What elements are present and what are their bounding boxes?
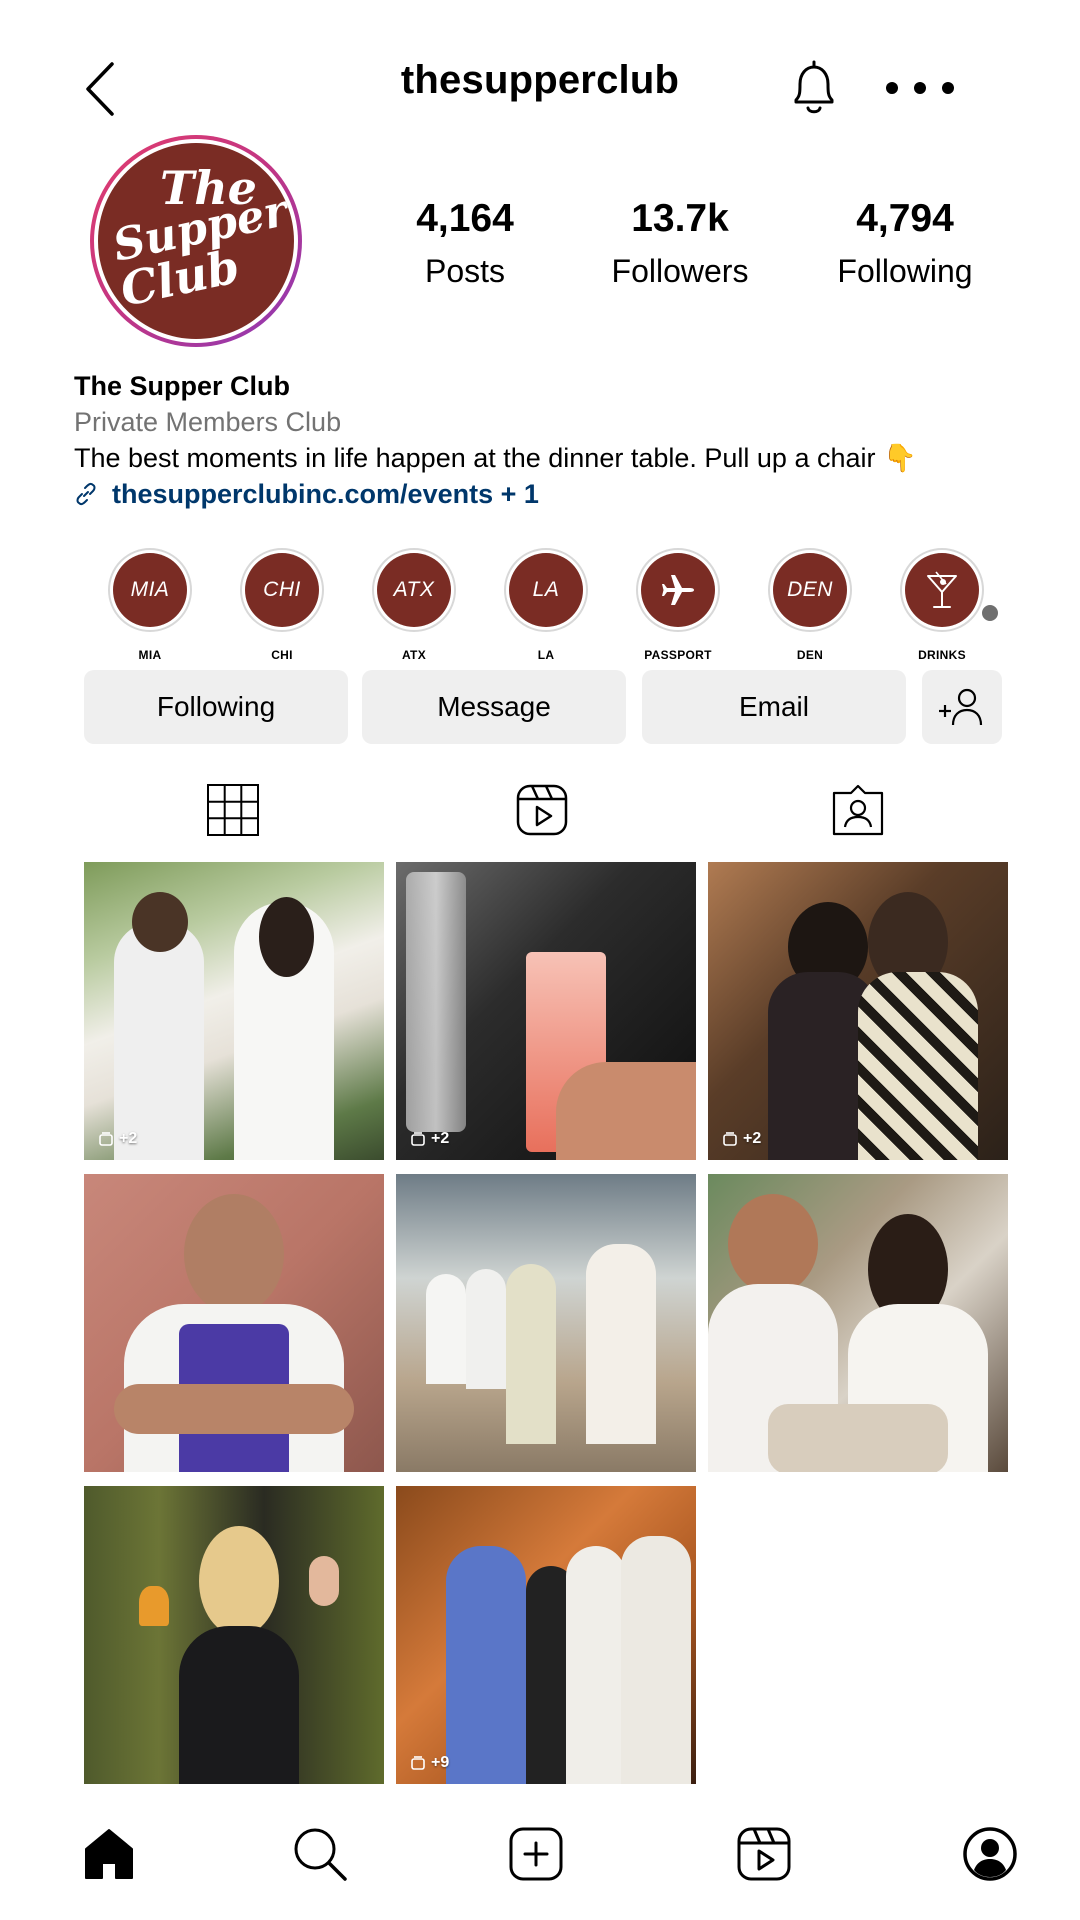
highlight-drinks[interactable]: DRINKS [892, 548, 992, 662]
nav-home[interactable] [77, 1822, 141, 1886]
bell-icon [794, 60, 834, 114]
username-title: thesupperclub [400, 58, 680, 102]
post-tile[interactable] [84, 1486, 384, 1784]
highlight-den-cover: DEN [773, 553, 847, 627]
martini-icon [927, 571, 957, 608]
message-button[interactable]: Message [362, 670, 626, 744]
post-tile[interactable] [396, 1174, 696, 1472]
bio-link-text: thesupperclubinc.com/events + 1 [112, 479, 539, 509]
tab-reels[interactable] [512, 780, 572, 840]
supper-club-logo: The Supper Club [98, 143, 294, 339]
reels-icon [516, 784, 568, 836]
highlight-label: ATX [401, 648, 426, 662]
plus-square-icon [509, 1827, 563, 1881]
add-person-icon [939, 688, 983, 726]
more-options-button[interactable] [880, 76, 960, 100]
notifications-button[interactable] [786, 58, 842, 118]
highlight-more-badge [980, 603, 1000, 623]
grid-icon [207, 784, 259, 836]
story-highlights: MIA MIA CHI CHI ATX ATX LA LA PASSPORT D… [100, 548, 1000, 662]
stat-posts[interactable]: 4,164 Posts [385, 196, 545, 292]
tab-grid[interactable] [203, 780, 263, 840]
link-icon [76, 482, 96, 506]
reels-icon [737, 1827, 791, 1881]
display-name: The Supper Club [74, 371, 290, 401]
followers-count: 13.7k [631, 197, 729, 240]
post-tile[interactable]: +9 [396, 1486, 696, 1784]
highlight-la-cover: LA [509, 553, 583, 627]
carousel-icon [99, 1132, 113, 1146]
post-tile[interactable] [708, 1174, 1008, 1472]
carousel-icon [723, 1132, 737, 1146]
highlight-drinks-cover [905, 553, 979, 627]
posts-label: Posts [424, 253, 506, 289]
post-count: +2 [119, 1130, 138, 1147]
tagged-icon [832, 784, 884, 836]
highlight-label: MIA [138, 648, 162, 662]
highlight-atx[interactable]: ATX ATX [364, 548, 464, 662]
post-count: +9 [431, 1754, 450, 1771]
multi-post-badge: +2 [410, 1130, 449, 1148]
nav-search[interactable] [288, 1822, 352, 1886]
followers-label: Followers [611, 253, 749, 289]
suggested-users-button[interactable] [922, 670, 1002, 744]
tab-tagged[interactable] [828, 780, 888, 840]
carousel-icon [411, 1132, 425, 1146]
highlight-label: DEN [796, 648, 824, 662]
post-tile[interactable]: +2 [396, 862, 696, 1160]
profile-avatar[interactable]: The Supper Club [90, 135, 302, 347]
nav-reels[interactable] [732, 1822, 796, 1886]
post-tile[interactable]: +2 [708, 862, 1008, 1160]
profile-icon [963, 1827, 1017, 1881]
stat-followers[interactable]: 13.7k Followers [590, 196, 770, 292]
highlight-la[interactable]: LA LA [496, 548, 596, 662]
following-label: Following [837, 253, 973, 289]
multi-post-badge: +9 [410, 1754, 449, 1772]
category-label: Private Members Club [74, 407, 342, 437]
plane-icon [662, 575, 694, 605]
carousel-icon [411, 1756, 425, 1770]
chevron-left-icon [86, 62, 114, 116]
multi-post-badge: +2 [722, 1130, 761, 1148]
highlight-chi[interactable]: CHI CHI [232, 548, 332, 662]
email-button[interactable]: Email [642, 670, 906, 744]
posts-count: 4,164 [416, 197, 514, 240]
home-icon [85, 1829, 133, 1879]
highlight-mia[interactable]: MIA MIA [100, 548, 200, 662]
profile-bio: The Supper Club Private Members Club The… [74, 368, 1034, 512]
post-count: +2 [431, 1130, 450, 1147]
multi-post-badge: +2 [98, 1130, 137, 1148]
post-count: +2 [743, 1130, 762, 1147]
highlight-label: LA [537, 648, 555, 662]
highlight-atx-cover: ATX [377, 553, 451, 627]
highlight-den[interactable]: DEN DEN [760, 548, 860, 662]
highlight-mia-cover: MIA [113, 553, 187, 627]
bio-link[interactable]: thesupperclubinc.com/events + 1 [74, 476, 1034, 512]
nav-profile[interactable] [958, 1822, 1022, 1886]
nav-create[interactable] [504, 1822, 568, 1886]
highlight-label: CHI [271, 648, 293, 662]
highlight-label: DRINKS [918, 648, 966, 662]
highlight-passport[interactable]: PASSPORT [628, 548, 728, 662]
stat-following[interactable]: 4,794 Following [815, 196, 995, 292]
post-tile[interactable]: +2 [84, 862, 384, 1160]
search-icon [294, 1828, 347, 1881]
highlight-label: PASSPORT [644, 648, 712, 662]
following-count: 4,794 [856, 197, 954, 240]
following-button[interactable]: Following [84, 670, 348, 744]
highlight-chi-cover: CHI [245, 553, 319, 627]
bio-text: The best moments in life happen at the d… [74, 443, 917, 473]
back-button[interactable] [80, 60, 124, 118]
highlight-passport-cover [641, 553, 715, 627]
post-tile[interactable] [84, 1174, 384, 1472]
more-horizontal-icon [886, 82, 954, 94]
